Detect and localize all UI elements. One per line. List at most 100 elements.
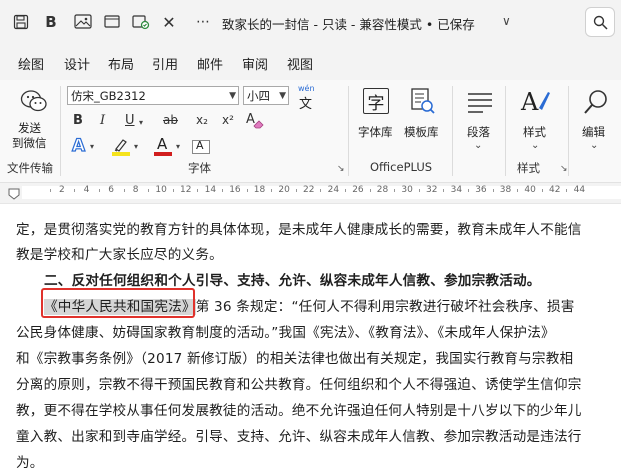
title-bar: B ✕ ⋯ 致家长的一封信 - 只读 - 兼容性模式 • 已保存 ∨	[0, 0, 621, 44]
ruler-tick	[49, 189, 51, 192]
group-divider	[452, 86, 453, 176]
tab-layout[interactable]: 布局	[108, 54, 134, 73]
ruler-tick	[148, 189, 150, 192]
chevron-down-icon: ▾	[90, 142, 95, 151]
sync-icon[interactable]	[128, 9, 154, 35]
ruler-number: 6	[108, 185, 114, 195]
ruler-tick	[295, 189, 297, 192]
send-label-2: 到微信	[12, 136, 47, 150]
group-divider	[505, 86, 506, 176]
ruler-number: 4	[83, 185, 90, 195]
character-shading-button[interactable]: A	[192, 139, 210, 154]
paragraph-line: 公民身体健康、妨碍国家教育制度的活动。”我国《宪法》、《教育法》、《未成年人保护…	[16, 325, 555, 341]
font-size-select[interactable]: 小四 ▼	[243, 86, 289, 105]
ruler-tick	[123, 189, 125, 192]
paragraph-line: 定，是贯彻落实党的教育方针的具体体现，是未成年人健康成长的需要，教育未成年人不能…	[16, 222, 582, 238]
chevron-down-icon[interactable]: ▾	[139, 118, 143, 127]
font-dialog-launcher-icon[interactable]: ↘	[337, 164, 345, 174]
editing-label: 编辑	[582, 125, 605, 139]
font-color-button[interactable]: A ▾	[152, 135, 186, 158]
text-effects-button[interactable]: A ▾	[70, 135, 100, 156]
ruler-tick	[369, 189, 371, 192]
paragraph-icon	[468, 93, 492, 113]
view-icon[interactable]	[100, 9, 126, 35]
superscript-button[interactable]: x²	[222, 113, 234, 127]
ruler-number: 38	[499, 185, 512, 195]
annotation-highlight-box	[41, 288, 195, 318]
ruler-number: 8	[132, 185, 139, 195]
font-color-swatch	[154, 152, 172, 156]
close-icon[interactable]: ✕	[156, 9, 182, 35]
document-page[interactable]: 定，是贯彻落实党的教育方针的具体体现，是未成年人健康成长的需要，教育未成年人不能…	[0, 204, 621, 471]
paragraph-line: 和《宗教事务条例》（2017 新修订版）的相关法律也做出有关规定，我国实行教育与…	[16, 351, 574, 367]
tab-mailings[interactable]: 邮件	[197, 54, 223, 73]
underline-button[interactable]: U	[125, 113, 135, 128]
tab-references[interactable]: 引用	[152, 54, 178, 73]
styles-button[interactable]: A 样式 ⌄	[513, 86, 557, 156]
group-divider	[60, 86, 61, 176]
search-button[interactable]	[585, 7, 615, 37]
ruler-number: 2	[59, 185, 65, 195]
more-icon[interactable]: ⋯	[190, 9, 216, 35]
ruler-tick	[197, 189, 199, 192]
styles-icon: A	[520, 88, 550, 116]
ruler-number: 26	[352, 185, 364, 195]
paragraph-button[interactable]: 段落 ⌄	[462, 86, 498, 156]
horizontal-ruler[interactable]: 2 4 6 8 10 12 14 16 18 20 22 24 26 28 30 32 34 36 38 40 42 44	[0, 183, 621, 204]
ruler-tick	[271, 189, 273, 192]
document-title: 致家长的一封信 - 只读 - 兼容性模式 • 已保存	[222, 17, 475, 32]
group-label-font: 字体	[188, 161, 211, 175]
strikethrough-button[interactable]: ab	[163, 113, 178, 127]
shading-glyph: A	[196, 139, 204, 152]
subscript-button[interactable]: x₂	[196, 113, 208, 127]
clear-formatting-button[interactable]: A	[246, 112, 264, 130]
phonetic-guide-button[interactable]: wén 文	[296, 84, 318, 112]
ruler-number: 22	[303, 185, 315, 195]
tab-design[interactable]: 设计	[64, 54, 90, 73]
save-icon[interactable]	[8, 9, 34, 35]
ruler-number: 14	[204, 185, 217, 195]
ruler-tick	[74, 189, 76, 192]
template-library-button[interactable]: 模板库	[402, 86, 446, 156]
template-library-label: 模板库	[404, 125, 439, 139]
bold-icon[interactable]: B	[38, 9, 64, 35]
bold-button[interactable]: B	[73, 113, 83, 128]
image-icon[interactable]	[70, 9, 96, 35]
ruler-number: 34	[450, 185, 463, 195]
chevron-down-icon: ▾	[176, 142, 181, 151]
ruler-tick	[443, 189, 445, 192]
highlight-color-button[interactable]: ▾	[110, 138, 144, 158]
highlighter-icon	[114, 139, 127, 152]
tab-view[interactable]: 视图	[287, 54, 313, 73]
font-library-icon: 字	[363, 88, 389, 114]
ruler-tick	[517, 189, 519, 192]
title-chevron-down-icon[interactable]: ∨	[502, 14, 511, 28]
paragraph-line: 为。	[16, 455, 44, 471]
font-name-value: 仿宋_GB2312	[71, 89, 146, 103]
paragraph-label: 段落	[467, 125, 490, 139]
chevron-down-icon: ▾	[134, 142, 139, 151]
indent-marker-icon[interactable]	[8, 188, 20, 200]
ribbon: 发送 到微信 文件传输 仿宋_GB2312 ▼ 小四 ▼ wén 文 B I U…	[0, 80, 621, 183]
styles-label: 样式	[523, 125, 546, 139]
ruler-tick	[467, 189, 469, 192]
styles-dialog-launcher-icon[interactable]: ↘	[560, 164, 568, 174]
font-color-icon: A	[157, 135, 168, 153]
editing-button[interactable]: 编辑 ⌄	[574, 86, 618, 156]
chevron-down-icon: ⌄	[474, 140, 483, 151]
ruler-number: 36	[475, 185, 487, 195]
italic-button[interactable]: I	[100, 113, 105, 128]
paragraph-line-rest: 第 36 条规定：“任何人不得利用宗教进行破坏社会秩序、损害	[195, 299, 575, 315]
ruler-number: 18	[253, 185, 266, 195]
ribbon-tabs: 绘图 设计 布局 引用 邮件 审阅 视图	[0, 44, 621, 80]
phonetic-char: 文	[299, 97, 313, 112]
chevron-down-icon: ⌄	[590, 140, 599, 151]
font-library-button[interactable]: 字 字体库	[356, 86, 396, 156]
tab-draw[interactable]: 绘图	[18, 54, 44, 73]
ruler-number: 32	[426, 185, 438, 195]
font-name-select[interactable]: 仿宋_GB2312 ▼	[67, 86, 239, 105]
tab-review[interactable]: 审阅	[242, 54, 268, 73]
ruler-number: 42	[549, 185, 561, 195]
send-to-wechat-button[interactable]: 发送 到微信	[12, 86, 52, 156]
ruler-number: 40	[524, 185, 536, 195]
